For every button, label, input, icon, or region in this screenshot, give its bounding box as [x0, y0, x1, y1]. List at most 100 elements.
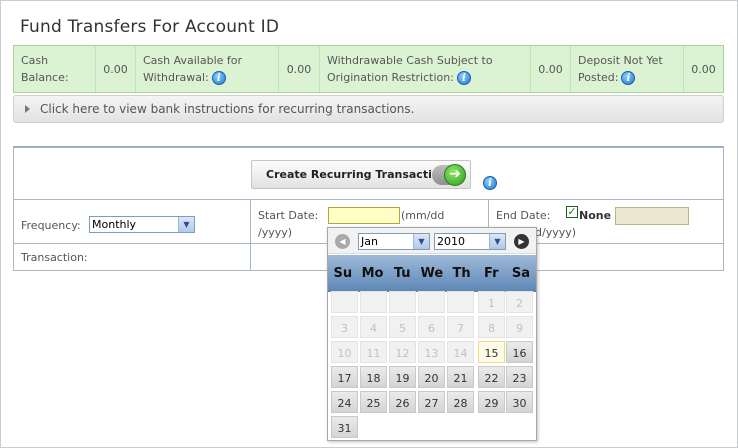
calendar-day-disabled	[389, 291, 416, 313]
chevron-down-icon: ▼	[413, 234, 429, 249]
calendar-day-disabled: 3	[331, 316, 358, 338]
arrow-right-icon: ➔	[444, 164, 466, 186]
cash-balance-label: Cash Balance:	[21, 54, 69, 84]
year-select[interactable]: 2010 ▼	[434, 233, 506, 250]
bank-instructions-text: Click here to view bank instructions for…	[40, 102, 415, 116]
end-date-label: End Date:	[496, 209, 551, 222]
calendar-day-disabled: 11	[360, 341, 387, 363]
start-date-input[interactable]	[328, 207, 400, 224]
end-date-hint: d/yyyy)	[535, 226, 577, 239]
calendar-day[interactable]: 15	[478, 341, 505, 363]
weekday-label: Fr	[484, 266, 499, 281]
weekday-label: We	[420, 266, 444, 281]
chevron-down-icon: ▼	[178, 217, 194, 232]
cash-available-value-cell: 0.00	[279, 46, 320, 92]
create-recurring-transaction-button[interactable]: Create Recurring Transaction ➔	[251, 160, 471, 189]
calendar-day[interactable]: 21	[447, 366, 474, 388]
calendar-day[interactable]: 30	[506, 391, 533, 413]
calendar-day[interactable]: 22	[478, 366, 505, 388]
date-picker-header: ◀ Jan ▼ 2010 ▼ ▶	[328, 228, 536, 254]
calendar-day-disabled: 13	[418, 341, 445, 363]
calendar-day-disabled: 14	[447, 341, 474, 363]
calendar-day-disabled: 2	[506, 291, 533, 313]
calendar-day[interactable]: 20	[418, 366, 445, 388]
calendar-day-disabled: 4	[360, 316, 387, 338]
weekday-header: Su Mo Tu We Th Fr Sa	[328, 255, 536, 292]
toggle-icon: ➔	[432, 164, 466, 186]
calendar-day-disabled: 8	[478, 316, 505, 338]
page-title: Fund Transfers For Account ID	[20, 17, 280, 37]
month-select[interactable]: Jan ▼	[358, 233, 430, 250]
bank-instructions-link[interactable]: Click here to view bank instructions for…	[13, 95, 724, 123]
calendar-day-disabled: 9	[506, 316, 533, 338]
info-icon[interactable]: i	[621, 71, 636, 85]
calendar-day-disabled	[418, 291, 445, 313]
calendar-day[interactable]: 25	[360, 391, 387, 413]
cash-balance-value-cell: 0.00	[96, 46, 136, 92]
cash-available-value: 0.00	[286, 62, 312, 76]
deposit-label: Deposit Not Yet Posted: i	[578, 54, 663, 85]
deposit-value: 0.00	[691, 62, 716, 76]
cash-available-label-cell: Cash Available for Withdrawal: i	[136, 46, 279, 92]
date-picker-popup: ◀ Jan ▼ 2010 ▼ ▶ Su Mo Tu We Th Fr Sa 12…	[327, 227, 537, 441]
prev-month-icon[interactable]: ◀	[335, 234, 350, 249]
weekday-label: Th	[452, 266, 471, 281]
balances-bar: Cash Balance: 0.00 Cash Available for Wi…	[13, 45, 724, 93]
year-value: 2010	[437, 235, 465, 248]
expand-arrow-icon	[25, 105, 30, 113]
cash-available-label: Cash Available for Withdrawal: i	[143, 54, 243, 85]
end-none-label: None	[579, 209, 612, 222]
calendar-day-disabled: 5	[389, 316, 416, 338]
calendar-day[interactable]: 28	[447, 391, 474, 413]
start-date-hint-year: /yyyy)	[258, 226, 293, 239]
calendar-day[interactable]: 17	[331, 366, 358, 388]
weekday-label: Tu	[393, 266, 411, 281]
calendar-day[interactable]: 24	[331, 391, 358, 413]
calendar-day[interactable]: 31	[331, 416, 358, 438]
frequency-label: Frequency:	[21, 219, 81, 232]
create-recurring-transaction-label: Create Recurring Transaction	[266, 168, 448, 181]
info-icon[interactable]: i	[456, 71, 471, 85]
end-date-input[interactable]	[615, 207, 689, 225]
calendar-day[interactable]: 19	[389, 366, 416, 388]
withdrawable-value: 0.00	[538, 62, 563, 76]
frequency-cell: Frequency: Monthly ▼	[14, 200, 251, 244]
calendar-day-disabled	[447, 291, 474, 313]
withdrawable-label: Withdrawable Cash Subject to Origination…	[327, 54, 493, 85]
month-value: Jan	[361, 235, 378, 248]
calendar-day[interactable]: 18	[360, 366, 387, 388]
start-date-hint: (mm/dd	[401, 209, 445, 222]
chevron-down-icon: ▼	[489, 234, 505, 249]
next-month-icon[interactable]: ▶	[514, 234, 529, 249]
calendar-day-disabled	[331, 291, 358, 313]
calendar-day[interactable]: 16	[506, 341, 533, 363]
transaction-cell: Transaction:	[14, 244, 251, 271]
calendar-day[interactable]: 27	[418, 391, 445, 413]
cash-balance-label-cell: Cash Balance:	[14, 46, 96, 92]
deposit-value-cell: 0.00	[684, 46, 723, 92]
form-header-row: Create Recurring Transaction ➔ i	[14, 148, 723, 200]
calendar-day-disabled: 12	[389, 341, 416, 363]
calendar-day-disabled: 1	[478, 291, 505, 313]
calendar-day-disabled: 7	[447, 316, 474, 338]
frequency-value: Monthly	[92, 218, 137, 231]
info-icon[interactable]: i	[211, 71, 226, 85]
transaction-label: Transaction:	[21, 251, 88, 264]
end-none-checkbox[interactable]: ✓	[566, 206, 578, 218]
calendar-day-disabled	[360, 291, 387, 313]
cash-balance-value: 0.00	[103, 62, 128, 76]
calendar-day[interactable]: 23	[506, 366, 533, 388]
calendar-day[interactable]: 29	[478, 391, 505, 413]
start-date-label: Start Date:	[258, 209, 319, 222]
info-icon[interactable]: i	[483, 176, 497, 190]
withdrawable-value-cell: 0.00	[531, 46, 571, 92]
frequency-select[interactable]: Monthly ▼	[89, 216, 195, 233]
calendar-day[interactable]: 26	[389, 391, 416, 413]
weekday-label: Mo	[361, 266, 384, 281]
calendar-day-disabled: 10	[331, 341, 358, 363]
deposit-label-cell: Deposit Not Yet Posted: i	[571, 46, 684, 92]
weekday-label: Sa	[511, 266, 531, 281]
calendar-day-disabled: 6	[418, 316, 445, 338]
withdrawable-label-cell: Withdrawable Cash Subject to Origination…	[320, 46, 531, 92]
weekday-label: Su	[333, 266, 353, 281]
